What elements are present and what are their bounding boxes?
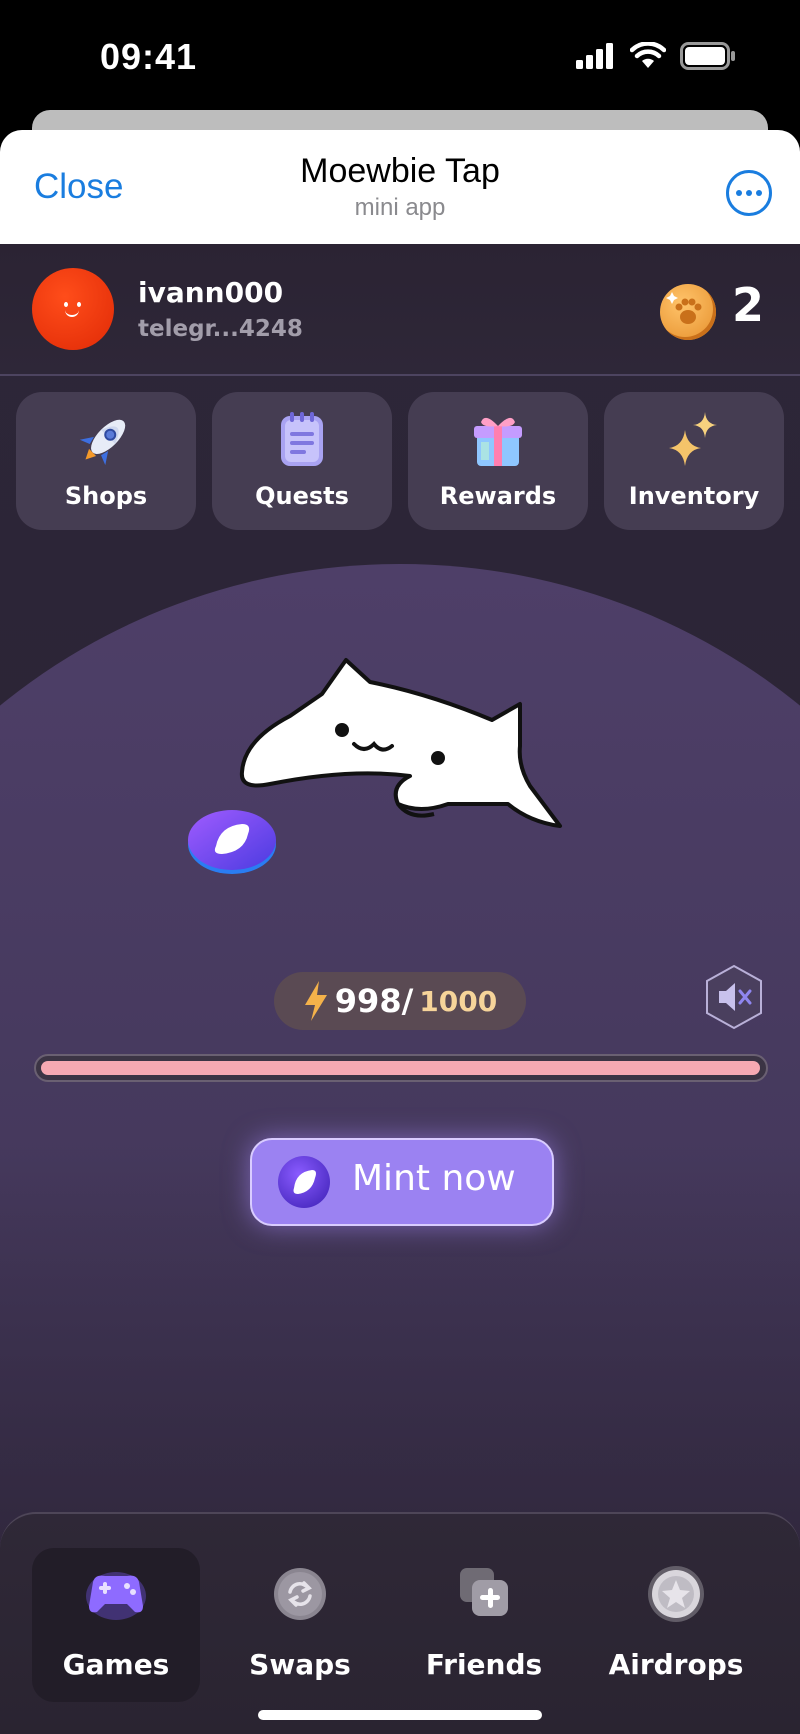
menu-label: Shops <box>64 482 148 510</box>
dot-icon <box>736 190 742 196</box>
menu-label: Quests <box>255 482 349 510</box>
wifi-icon <box>630 42 666 68</box>
rocket-icon <box>16 408 196 470</box>
nav-airdrops[interactable]: Airdrops <box>592 1548 760 1702</box>
mint-coin-icon <box>278 1156 330 1208</box>
energy-max: 1000 <box>419 984 498 1018</box>
notepad-icon <box>212 408 392 470</box>
energy-progress-fill <box>41 1061 760 1075</box>
bottom-navigation: Games Swaps Friends Airdrops <box>0 1512 800 1734</box>
signal-icon <box>576 43 613 69</box>
dot-icon <box>746 190 752 196</box>
sparkles-icon <box>604 408 784 470</box>
avatar[interactable] <box>32 268 114 350</box>
app-subtitle: mini app <box>354 194 446 221</box>
menu-rewards[interactable]: Rewards <box>408 392 588 530</box>
status-bar: 09:41 <box>0 0 800 110</box>
gem-coin-icon <box>188 810 276 874</box>
user-bar: ivann000 telegr...4248 2 <box>0 244 800 376</box>
battery-icon <box>680 42 735 70</box>
cat-character[interactable] <box>230 654 570 854</box>
mint-now-button[interactable]: Mint now <box>250 1138 554 1226</box>
nav-label: Swaps <box>249 1648 351 1681</box>
app-body: ivann000 telegr...4248 2 Shops Quests Re… <box>0 244 800 1734</box>
coin-count: 2 <box>732 278 765 332</box>
app-title: Moewbie Tap <box>300 152 500 190</box>
avatar-eye <box>64 302 68 307</box>
menu-inventory[interactable]: Inventory <box>604 392 784 530</box>
status-time: 09:41 <box>100 36 198 77</box>
energy-current: 998/ <box>334 982 414 1020</box>
mute-sound-icon[interactable] <box>704 964 764 1030</box>
menu-quests[interactable]: Quests <box>212 392 392 530</box>
status-icons <box>576 42 736 70</box>
mini-app-header: Close Moewbie Tap mini app <box>0 130 800 244</box>
nav-swaps[interactable]: Swaps <box>216 1548 384 1702</box>
nav-label: Airdrops <box>608 1648 744 1681</box>
swap-icon <box>216 1562 384 1626</box>
gamepad-icon <box>32 1562 200 1626</box>
add-friend-icon <box>400 1562 568 1626</box>
menu-label: Inventory <box>628 482 760 510</box>
lightning-icon <box>304 981 327 1021</box>
airdrop-coin-icon <box>592 1562 760 1626</box>
mint-now-label: Mint now <box>352 1158 516 1199</box>
nav-games[interactable]: Games <box>32 1548 200 1702</box>
nav-friends[interactable]: Friends <box>400 1548 568 1702</box>
more-options-button[interactable] <box>726 170 772 216</box>
avatar-smile <box>65 308 79 317</box>
gift-icon <box>408 408 588 470</box>
menu-row: Shops Quests Rewards Inventory <box>16 392 784 532</box>
dot-icon <box>756 190 762 196</box>
energy-counter: 998/ 1000 <box>274 972 526 1030</box>
username: ivann000 <box>138 276 284 309</box>
home-indicator[interactable] <box>258 1710 542 1720</box>
user-handle: telegr...4248 <box>138 316 303 342</box>
menu-label: Rewards <box>439 482 557 510</box>
energy-progress-bar <box>34 1054 768 1082</box>
nav-label: Games <box>62 1648 170 1681</box>
menu-shops[interactable]: Shops <box>16 392 196 530</box>
avatar-eye <box>77 302 81 307</box>
nav-label: Friends <box>425 1648 543 1681</box>
phone-screen: 09:41 Close Moewbie Tap mini app ivann00… <box>0 0 800 1734</box>
paw-coin-icon <box>660 284 716 340</box>
